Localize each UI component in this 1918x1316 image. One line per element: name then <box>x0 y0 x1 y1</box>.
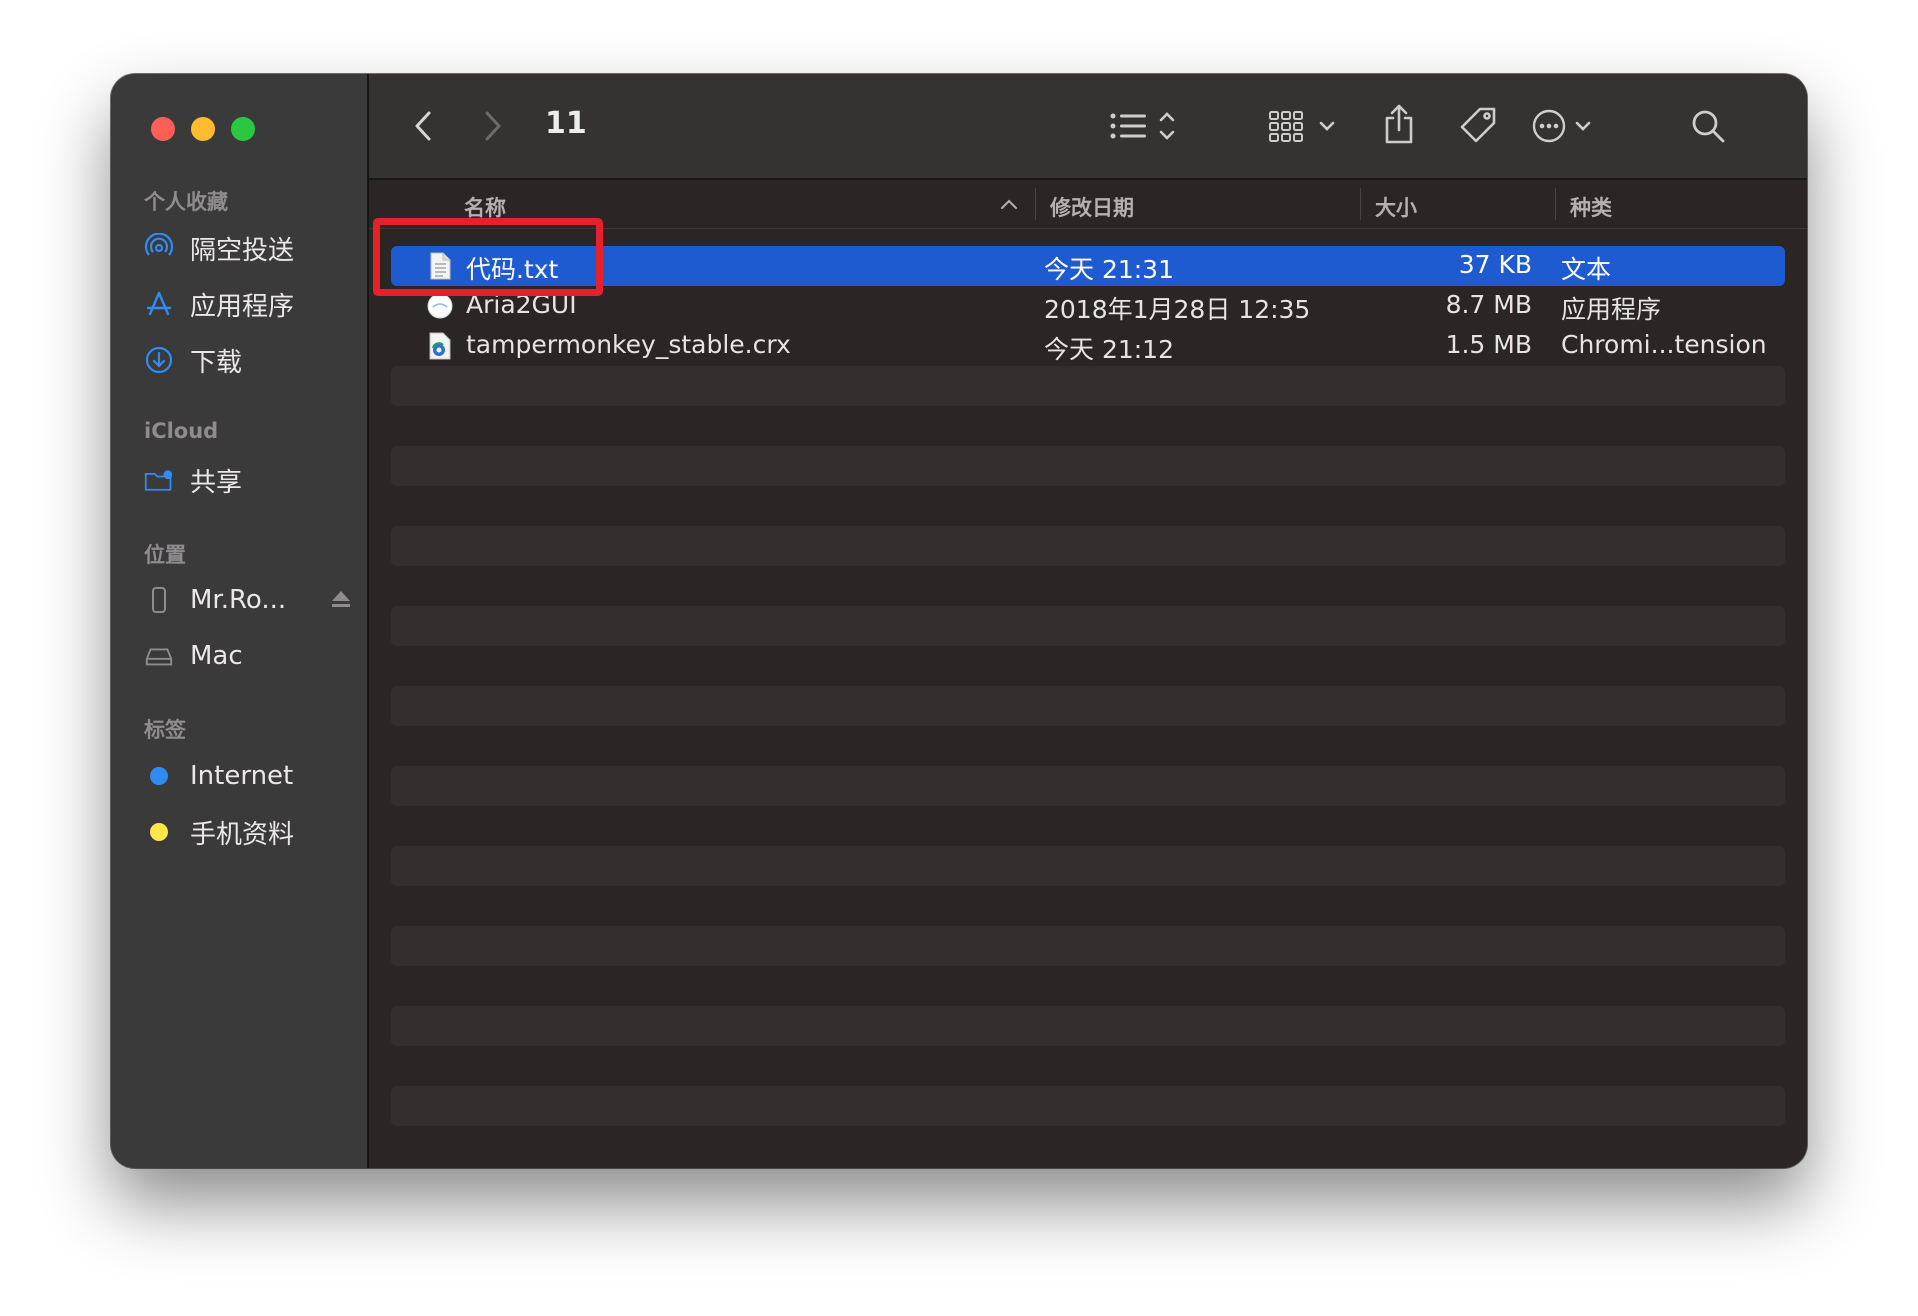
downloads-icon <box>144 345 174 375</box>
locations-header: 位置 <box>144 543 186 567</box>
toolbar: 11 <box>369 74 1807 180</box>
empty-row <box>391 446 1785 486</box>
column-date[interactable]: 修改日期 <box>1050 192 1134 222</box>
view-options-button[interactable] <box>1107 106 1185 146</box>
favorites-header: 个人收藏 <box>144 190 228 214</box>
sidebar: 个人收藏 隔空投送 应用程序 下载 iCloud 共享 位置 Mr.Ro... … <box>111 74 369 1168</box>
column-divider[interactable] <box>1035 188 1036 220</box>
empty-row <box>391 686 1785 726</box>
column-header: 名称 修改日期 大小 种类 <box>369 180 1807 229</box>
icloud-header: iCloud <box>144 419 219 443</box>
column-divider[interactable] <box>1360 188 1361 220</box>
sidebar-item-label: 共享 <box>190 467 243 498</box>
tag-button[interactable] <box>1457 102 1501 150</box>
empty-row <box>391 606 1785 646</box>
applications-icon <box>144 289 174 319</box>
file-row[interactable]: 代码.txt 今天 21:31 37 KB 文本 <box>391 246 1785 286</box>
sidebar-item-shared[interactable]: 共享 <box>144 458 354 502</box>
sidebar-item-label: 应用程序 <box>190 291 295 322</box>
shared-folder-icon <box>144 465 174 495</box>
column-size[interactable]: 大小 <box>1375 192 1417 222</box>
sidebar-item-iphone[interactable]: Mr.Ro... <box>144 578 354 622</box>
sidebar-item-label: 隔空投送 <box>190 235 295 266</box>
folder-title: 11 <box>545 106 587 141</box>
zoom-window-button[interactable] <box>231 117 255 141</box>
file-kind: Chromi...tension <box>1561 330 1767 359</box>
file-size: 37 KB <box>1458 250 1532 279</box>
column-divider[interactable] <box>1555 188 1556 220</box>
empty-row <box>391 846 1785 886</box>
airdrop-icon <box>144 233 174 263</box>
back-button[interactable] <box>407 106 439 146</box>
disk-icon <box>144 641 174 671</box>
sort-ascending-icon <box>999 194 1019 214</box>
empty-row <box>391 1086 1785 1126</box>
file-size: 8.7 MB <box>1445 290 1532 319</box>
sidebar-item-label: Mac <box>190 641 243 671</box>
group-button[interactable] <box>1267 104 1343 148</box>
more-actions-button[interactable] <box>1531 104 1601 148</box>
sidebar-item-mac[interactable]: Mac <box>144 634 354 678</box>
sidebar-item-label: Mr.Ro... <box>190 585 287 615</box>
eject-icon[interactable] <box>328 586 354 612</box>
column-kind[interactable]: 种类 <box>1570 192 1612 222</box>
sidebar-item-tag-internet[interactable]: Internet <box>144 754 354 798</box>
empty-row <box>391 926 1785 966</box>
sidebar-item-airdrop[interactable]: 隔空投送 <box>144 226 354 270</box>
close-window-button[interactable] <box>151 117 175 141</box>
tag-dot-icon <box>144 817 174 847</box>
forward-button[interactable] <box>477 106 509 146</box>
sidebar-item-label: 下载 <box>190 347 243 378</box>
sidebar-item-label: 手机资料 <box>190 819 295 850</box>
main-content: 11 名称 修改日期 大小 种类 代码.txt 今天 21:31 37 KB 文… <box>369 74 1807 1168</box>
empty-row <box>391 766 1785 806</box>
file-row[interactable]: tampermonkey_stable.crx 今天 21:12 1.5 MB … <box>391 326 1785 366</box>
file-size: 1.5 MB <box>1445 330 1532 359</box>
sidebar-item-downloads[interactable]: 下载 <box>144 338 354 382</box>
file-kind: 文本 <box>1561 255 1612 284</box>
search-button[interactable] <box>1687 104 1729 148</box>
finder-window: 个人收藏 隔空投送 应用程序 下载 iCloud 共享 位置 Mr.Ro... … <box>111 74 1807 1168</box>
column-name[interactable]: 名称 <box>464 192 506 222</box>
empty-row <box>391 366 1785 406</box>
sidebar-item-label: Internet <box>190 761 294 791</box>
file-kind: 应用程序 <box>1561 295 1662 324</box>
tag-dot-icon <box>144 761 174 791</box>
tags-header: 标签 <box>144 718 186 742</box>
sidebar-item-applications[interactable]: 应用程序 <box>144 282 354 326</box>
file-row[interactable]: Aria2GUI 2018年1月28日 12:35 8.7 MB 应用程序 <box>391 286 1785 326</box>
share-button[interactable] <box>1379 100 1419 148</box>
empty-row <box>391 1006 1785 1046</box>
minimize-window-button[interactable] <box>191 117 215 141</box>
empty-row <box>391 526 1785 566</box>
phone-icon <box>144 585 174 615</box>
sidebar-item-tag-phone-data[interactable]: 手机资料 <box>144 810 354 854</box>
